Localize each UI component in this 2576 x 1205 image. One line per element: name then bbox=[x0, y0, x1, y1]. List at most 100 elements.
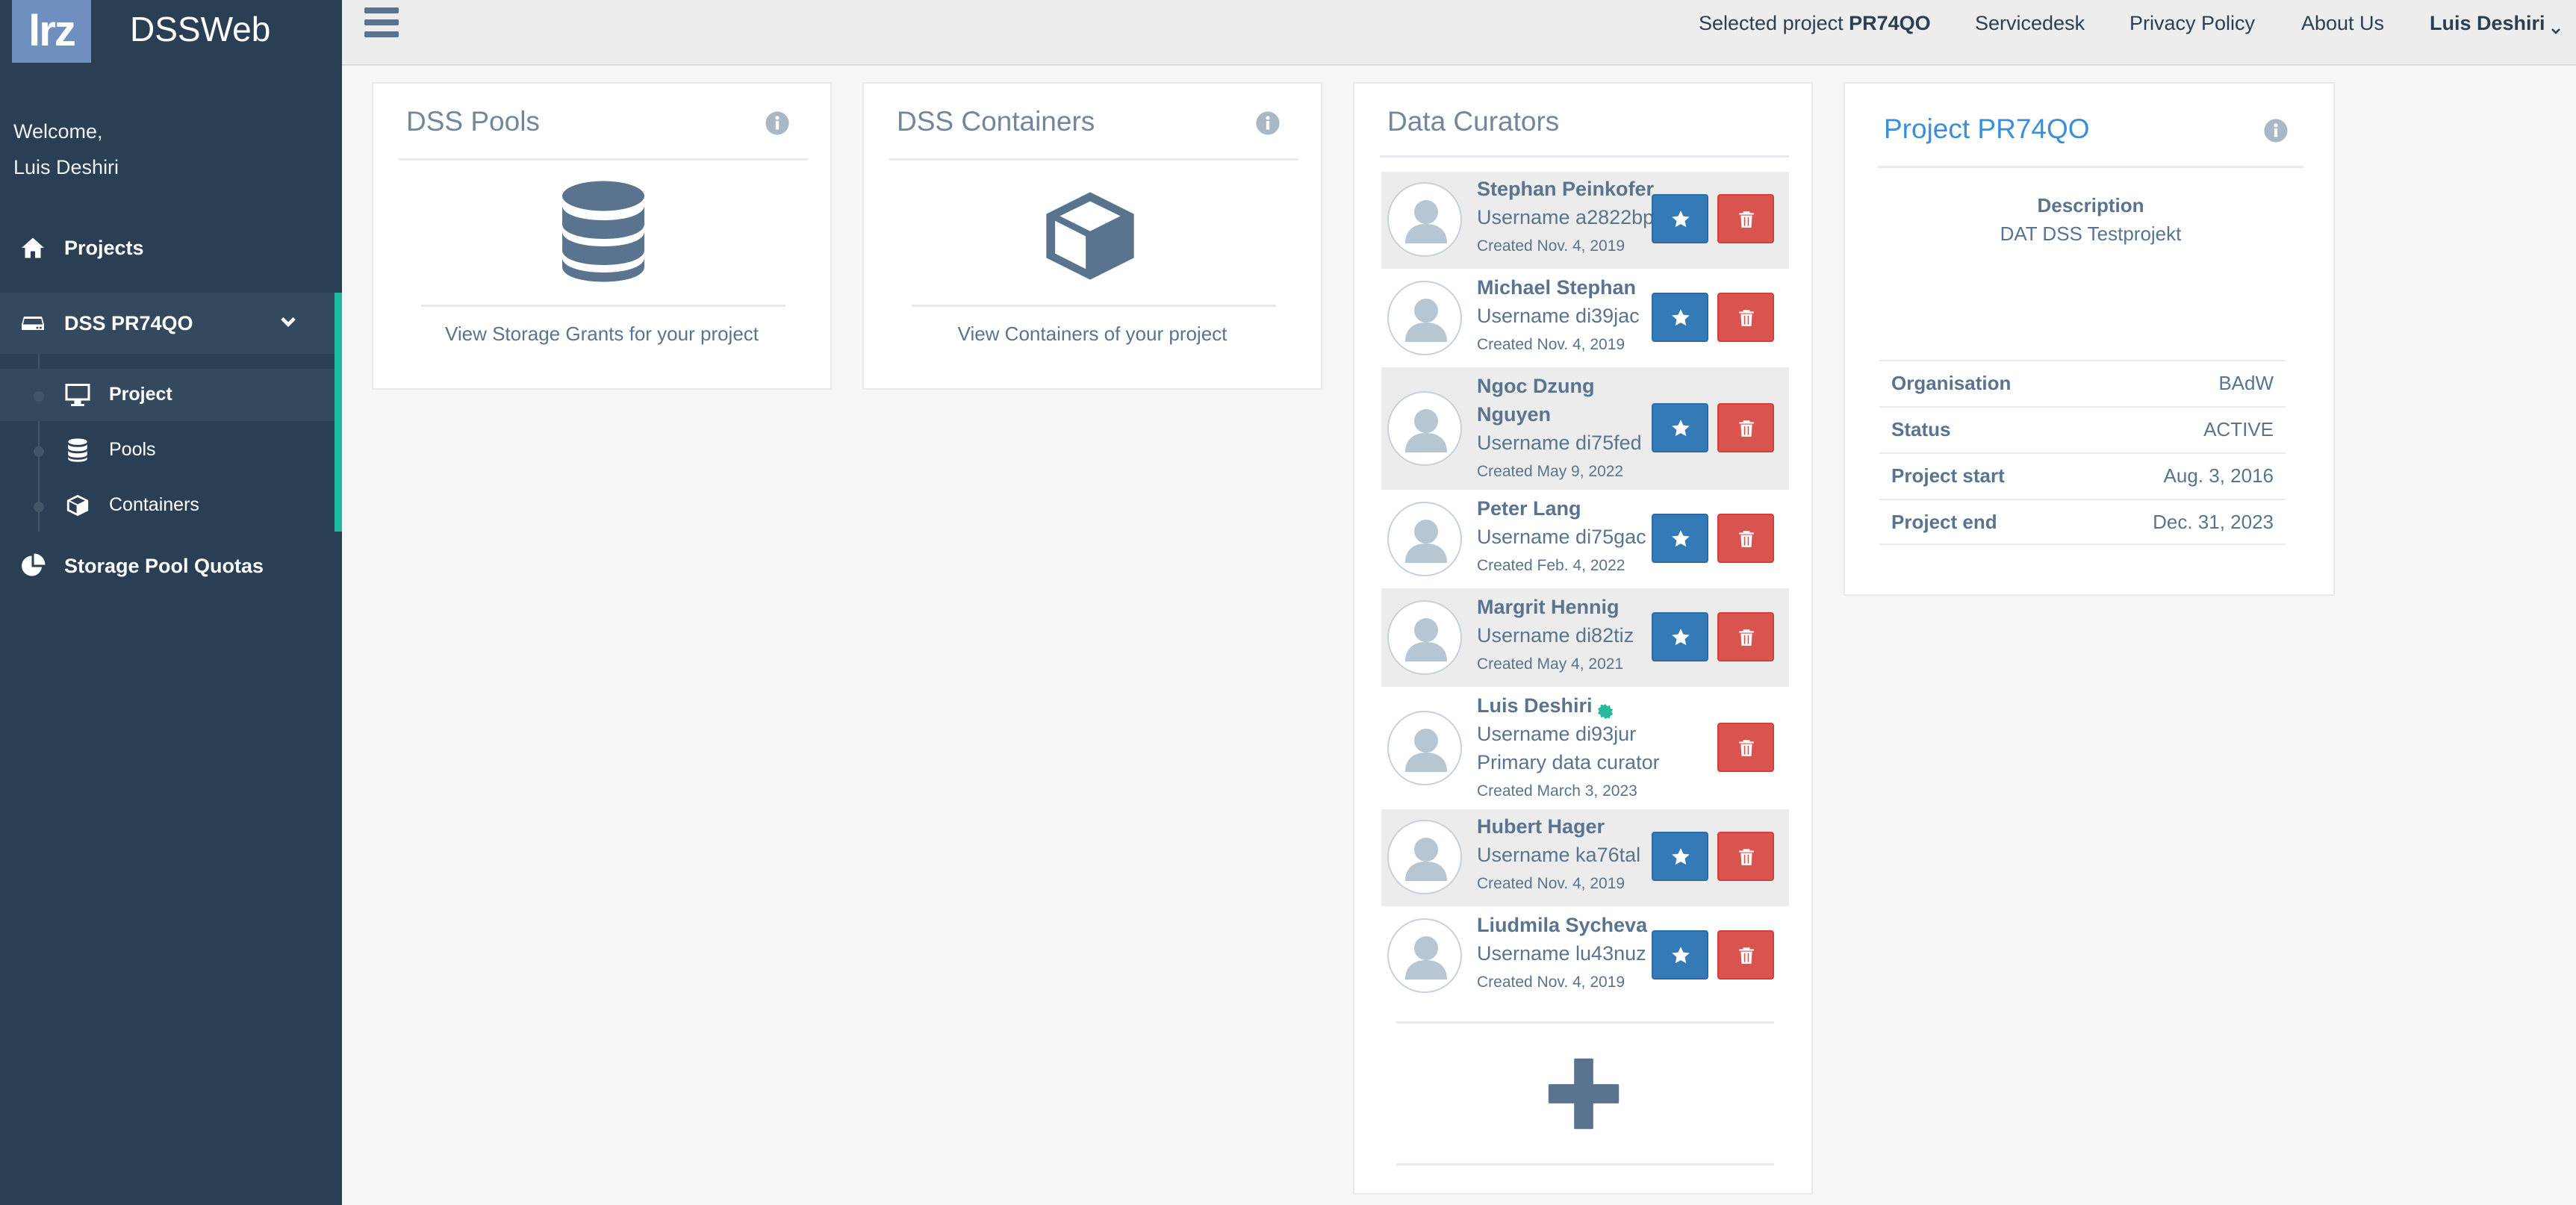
delete-curator-button[interactable] bbox=[1717, 723, 1774, 772]
curator-username: Username di39jac bbox=[1477, 305, 1640, 327]
delete-curator-button[interactable] bbox=[1717, 194, 1774, 243]
project-title: Project PR74QO bbox=[1884, 113, 2090, 144]
curator-created: Created Nov. 4, 2019 bbox=[1477, 974, 1625, 991]
user-menu[interactable]: Luis Deshiri bbox=[2430, 12, 2562, 35]
panel-divider bbox=[889, 158, 1298, 161]
panel-title: DSS Pools bbox=[406, 106, 540, 137]
panel-title: Data Curators bbox=[1387, 106, 1560, 137]
delete-curator-button[interactable] bbox=[1717, 832, 1774, 881]
avatar bbox=[1387, 711, 1462, 785]
curator-username: Username di75gac bbox=[1477, 526, 1646, 548]
curator-row: Michael Stephan Username di39jac Created… bbox=[1381, 269, 1789, 367]
delete-curator-button[interactable] bbox=[1717, 930, 1774, 980]
avatar bbox=[1387, 502, 1462, 576]
curator-created: Created May 9, 2022 bbox=[1477, 463, 1624, 480]
selected-project-link[interactable]: Selected project PR74QO bbox=[1699, 12, 1931, 35]
star-icon bbox=[1672, 211, 1690, 228]
delete-curator-button[interactable] bbox=[1717, 612, 1774, 661]
trash-icon bbox=[1739, 947, 1754, 964]
make-primary-button[interactable] bbox=[1652, 194, 1708, 243]
avatar bbox=[1387, 391, 1462, 466]
sidebar: lrz DSSWeb Welcome, Luis Deshiri Project… bbox=[0, 0, 342, 1205]
pie-chart-icon bbox=[0, 552, 64, 579]
avatar bbox=[1387, 281, 1462, 355]
curator-row: Stephan Peinkofer Username a2822bp Creat… bbox=[1381, 172, 1789, 269]
subitem-label: Pools bbox=[109, 439, 156, 460]
curator-username: Username lu43nuz bbox=[1477, 942, 1646, 965]
info-icon[interactable] bbox=[1255, 110, 1281, 136]
curator-created: Created May 4, 2021 bbox=[1477, 656, 1624, 673]
sidebar-subitem-project[interactable]: Project bbox=[0, 369, 335, 421]
star-icon bbox=[1672, 848, 1690, 865]
star-icon bbox=[1672, 947, 1690, 964]
curator-name: Michael Stephan bbox=[1477, 276, 1637, 299]
about-us-link[interactable]: About Us bbox=[2301, 12, 2384, 35]
avatar bbox=[1387, 918, 1462, 993]
sidebar-item-storage-pool-quotas[interactable]: Storage Pool Quotas bbox=[0, 539, 342, 593]
privacy-policy-link[interactable]: Privacy Policy bbox=[2129, 12, 2255, 35]
curator-name: Stephan Peinkofer bbox=[1477, 178, 1655, 200]
selected-project-code: PR74QO bbox=[1849, 12, 1931, 34]
table-row: Project end Dec. 31, 2023 bbox=[1879, 499, 2286, 545]
sidebar-subitem-pools[interactable]: Pools bbox=[0, 424, 335, 476]
sidebar-subitem-containers[interactable]: Containers bbox=[0, 479, 335, 532]
sidebar-item-dss-project[interactable]: DSS PR74QO bbox=[0, 293, 342, 354]
trash-icon bbox=[1739, 629, 1754, 646]
field-value: ACTIVE bbox=[2203, 418, 2274, 440]
curator-name: Luis Deshiri bbox=[1477, 694, 1593, 717]
add-curator-plus-icon[interactable] bbox=[1543, 1053, 1625, 1135]
make-primary-button[interactable] bbox=[1652, 403, 1708, 452]
curator-name: Ngoc Dzung Nguyen bbox=[1477, 375, 1595, 426]
sidebar-item-projects[interactable]: Projects bbox=[0, 221, 342, 275]
make-primary-button[interactable] bbox=[1652, 293, 1708, 342]
curator-name: Margrit Hennig bbox=[1477, 596, 1620, 618]
curator-name: Liudmila Sycheva bbox=[1477, 914, 1648, 936]
curator-name-wrap: Luis Deshiri bbox=[1477, 691, 1656, 720]
make-primary-button[interactable] bbox=[1652, 930, 1708, 980]
trash-icon bbox=[1739, 849, 1754, 865]
field-value: BAdW bbox=[2218, 372, 2274, 394]
user-menu-name: Luis Deshiri bbox=[2430, 12, 2545, 34]
chevron-down-icon bbox=[2550, 19, 2562, 34]
curator-name: Peter Lang bbox=[1477, 497, 1581, 520]
desktop-icon bbox=[64, 382, 91, 408]
curator-created: Created Nov. 4, 2019 bbox=[1477, 237, 1625, 255]
curator-row: Luis Deshiri Username di93jur Primary da… bbox=[1381, 687, 1789, 809]
panel-divider bbox=[1396, 1163, 1774, 1165]
delete-curator-button[interactable] bbox=[1717, 293, 1774, 342]
delete-curator-button[interactable] bbox=[1717, 514, 1774, 563]
table-row: Status ACTIVE bbox=[1879, 406, 2286, 452]
welcome-block: Welcome, Luis Deshiri bbox=[13, 113, 119, 185]
view-storage-grants-link[interactable]: View Storage Grants for your project bbox=[373, 323, 830, 346]
curator-created: Created Nov. 4, 2019 bbox=[1477, 336, 1625, 353]
menu-toggle-icon[interactable] bbox=[364, 7, 399, 40]
bullet-dot bbox=[34, 502, 44, 512]
info-icon[interactable] bbox=[765, 110, 790, 136]
view-containers-link[interactable]: View Containers of your project bbox=[864, 323, 1321, 346]
curator-row: Hubert Hager Username ka76tal Created No… bbox=[1381, 809, 1789, 906]
curator-username: Username di82tiz bbox=[1477, 624, 1634, 647]
info-icon[interactable] bbox=[2263, 118, 2289, 143]
dss-pools-panel: DSS Pools View Storage Grants for your p… bbox=[372, 82, 832, 390]
chevron-down-icon[interactable] bbox=[278, 311, 300, 333]
field-key: Project start bbox=[1891, 464, 2005, 487]
curator-username: Username ka76tal bbox=[1477, 844, 1641, 866]
trash-icon bbox=[1739, 211, 1754, 228]
home-icon bbox=[0, 234, 64, 261]
make-primary-button[interactable] bbox=[1652, 514, 1708, 563]
servicedesk-link[interactable]: Servicedesk bbox=[1975, 12, 2085, 35]
table-row: Organisation BAdW bbox=[1879, 360, 2286, 406]
description-value: DAT DSS Testprojekt bbox=[2000, 222, 2182, 245]
star-icon bbox=[1672, 420, 1690, 437]
make-primary-button[interactable] bbox=[1652, 832, 1708, 881]
top-navbar: Selected project PR74QO Servicedesk Priv… bbox=[342, 0, 2576, 66]
delete-curator-button[interactable] bbox=[1717, 403, 1774, 452]
cube-icon[interactable] bbox=[1042, 188, 1139, 287]
curator-row: Liudmila Sycheva Username lu43nuz Create… bbox=[1381, 906, 1789, 1005]
brand[interactable]: lrz DSSWeb bbox=[0, 0, 342, 66]
panel-title: DSS Containers bbox=[897, 106, 1095, 137]
make-primary-button[interactable] bbox=[1652, 612, 1708, 661]
panel-divider bbox=[1396, 1021, 1774, 1024]
database-icon[interactable] bbox=[559, 181, 648, 286]
trash-icon bbox=[1739, 531, 1754, 547]
